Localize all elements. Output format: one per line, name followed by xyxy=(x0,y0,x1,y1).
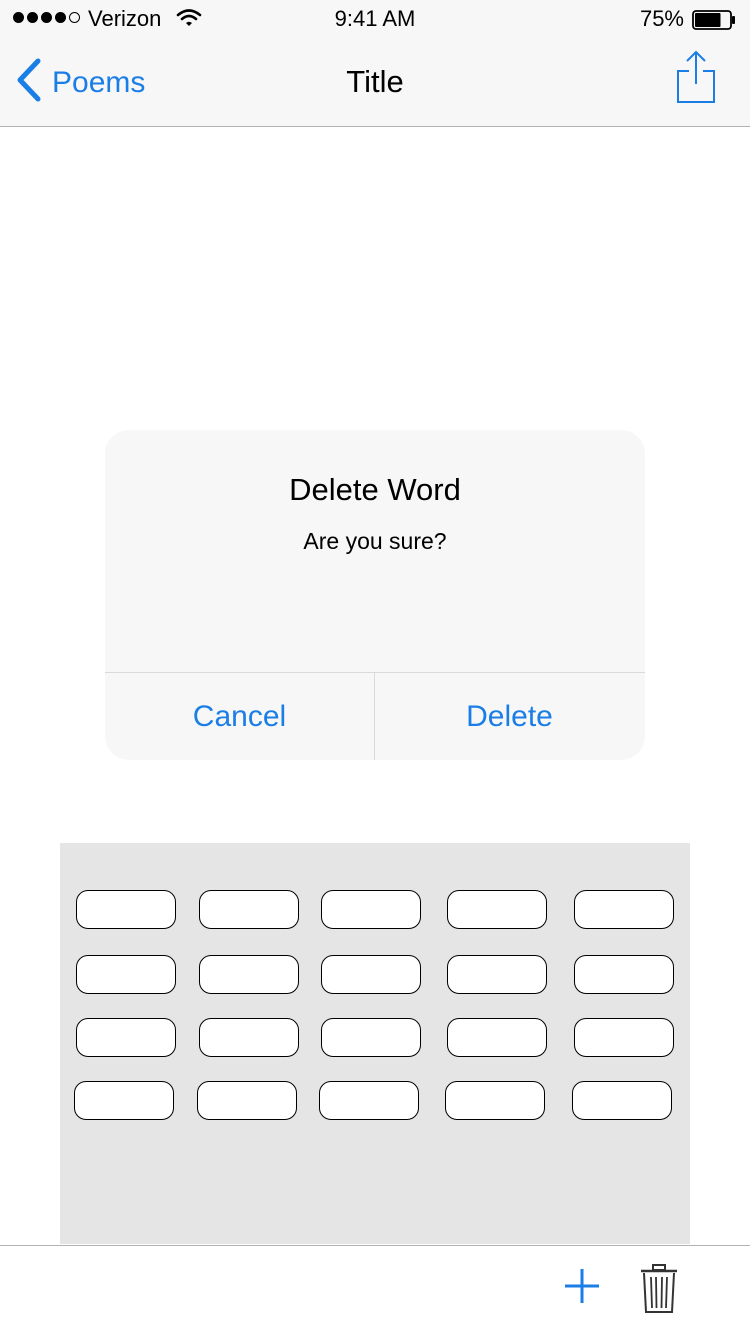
plus-icon xyxy=(563,1269,601,1309)
word-tile[interactable] xyxy=(321,890,421,929)
word-tile[interactable] xyxy=(447,955,547,994)
word-tile[interactable] xyxy=(319,1081,419,1120)
share-icon xyxy=(676,50,716,108)
cancel-button[interactable]: Cancel xyxy=(105,673,374,760)
word-tile[interactable] xyxy=(574,890,674,929)
word-tile[interactable] xyxy=(572,1081,672,1120)
word-tile[interactable] xyxy=(447,890,547,929)
bottom-toolbar xyxy=(0,1245,750,1335)
battery-icon xyxy=(692,10,736,30)
alert-title: Delete Word xyxy=(289,472,461,507)
status-bar: Verizon 9:41 AM 75% xyxy=(0,0,750,40)
word-tile[interactable] xyxy=(199,890,299,929)
word-tile[interactable] xyxy=(574,1018,674,1057)
word-tile[interactable] xyxy=(574,955,674,994)
word-tile[interactable] xyxy=(74,1081,174,1120)
word-tile[interactable] xyxy=(76,890,176,929)
word-tile[interactable] xyxy=(445,1081,545,1120)
word-tile[interactable] xyxy=(321,955,421,994)
word-tile[interactable] xyxy=(199,955,299,994)
add-word-button[interactable] xyxy=(563,1267,601,1310)
word-tile[interactable] xyxy=(76,1018,176,1057)
word-tile[interactable] xyxy=(197,1081,297,1120)
delete-word-alert: Delete Word Are you sure? Cancel Delete xyxy=(105,430,645,760)
word-tile[interactable] xyxy=(199,1018,299,1057)
word-tile[interactable] xyxy=(76,955,176,994)
word-tile[interactable] xyxy=(447,1018,547,1057)
word-tile[interactable] xyxy=(321,1018,421,1057)
navigation-bar: Poems Title xyxy=(0,40,750,127)
trash-button[interactable] xyxy=(640,1264,678,1319)
share-button[interactable] xyxy=(676,50,716,109)
trash-icon xyxy=(640,1264,678,1318)
delete-button[interactable]: Delete xyxy=(375,673,644,760)
page-title: Title xyxy=(346,64,404,99)
battery-percent: 75% xyxy=(639,6,684,31)
word-tile-panel xyxy=(60,843,690,1244)
status-time: 9:41 AM xyxy=(334,6,416,31)
alert-message: Are you sure? xyxy=(303,528,447,554)
